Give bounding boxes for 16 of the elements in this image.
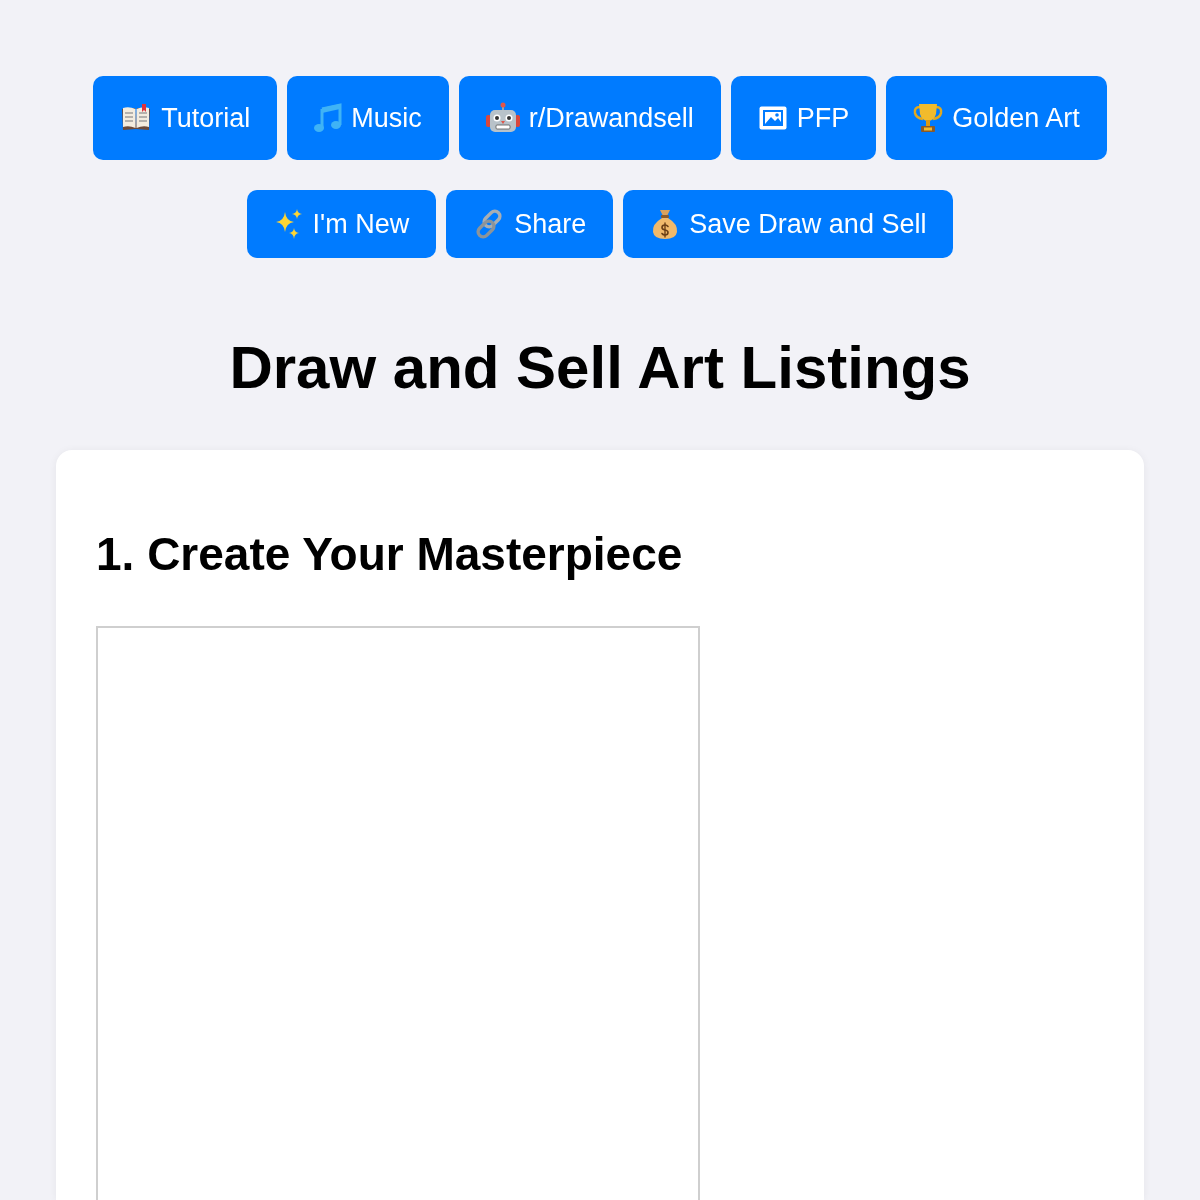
music-note-icon <box>314 103 343 133</box>
nav-button[interactable]: Golden Art <box>886 76 1107 160</box>
book-icon <box>120 104 153 132</box>
page-title: Draw and Sell Art Listings <box>229 333 971 403</box>
nav-button[interactable]: Save Draw and Sell <box>623 190 954 258</box>
nav-button[interactable]: I'm New <box>246 190 437 258</box>
nav-button[interactable]: Share <box>446 190 614 258</box>
section-heading: 1. Create Your Masterpiece <box>96 527 683 581</box>
nav-button[interactable]: r/Drawandsell <box>458 76 721 160</box>
trophy-icon <box>913 102 944 134</box>
nav-button[interactable]: PFP <box>730 76 877 160</box>
robot-icon <box>485 102 520 134</box>
nav-button[interactable]: Music <box>287 76 449 160</box>
drawing-canvas[interactable] <box>96 626 700 1200</box>
framed-picture-icon <box>757 105 788 131</box>
nav-button[interactable]: Tutorial <box>93 76 278 160</box>
